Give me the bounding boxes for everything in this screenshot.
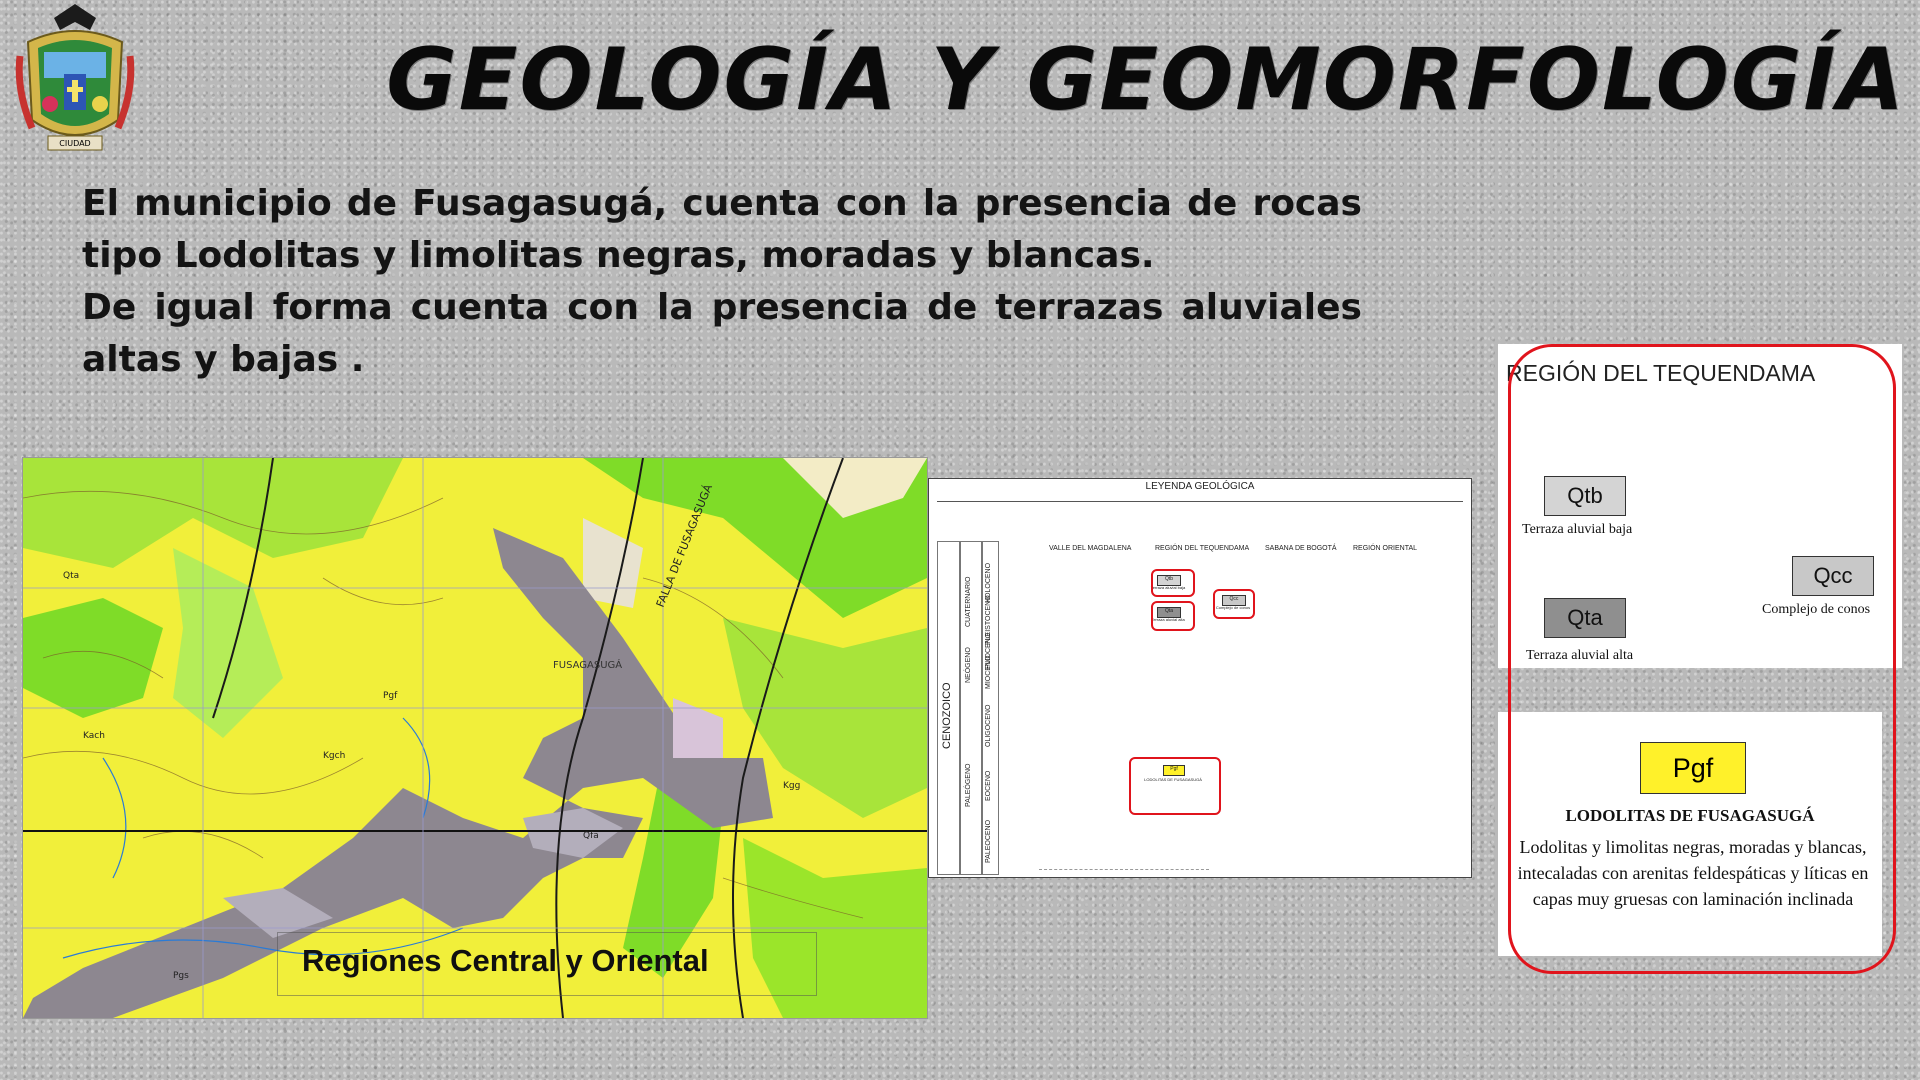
svg-text:Pgf: Pgf <box>383 691 398 701</box>
svg-text:Qfa: Qfa <box>583 831 599 841</box>
svg-text:Kach: Kach <box>83 731 105 741</box>
svg-text:CIUDAD: CIUDAD <box>59 139 90 148</box>
legend-col-tequendama: REGIÓN DEL TEQUENDAMA <box>1155 545 1250 552</box>
period-cuaternario: CUATERNARIO <box>965 576 972 627</box>
geologic-map: FALLA DE FUSAGASUGÁ FUSAGASUGÁ Qta Kgch … <box>22 457 928 1019</box>
legend-col-sabana: SABANA DE BOGOTÁ <box>1265 545 1337 552</box>
region-detail-panel: REGIÓN DEL TEQUENDAMA Qtb Terraza aluvia… <box>1498 344 1902 974</box>
intro-text: El municipio de Fusagasugá, cuenta con l… <box>82 178 1362 386</box>
paragraph-terraces: De igual forma cuenta con la presencia d… <box>82 287 1362 380</box>
epoch-paleoceno: PALEOCENO <box>985 819 992 863</box>
epoch-mioceno: MIOCENO <box>985 655 992 689</box>
highlight-qta <box>1151 601 1195 631</box>
svg-text:Kgg: Kgg <box>783 781 800 791</box>
highlight-qtb <box>1151 569 1195 597</box>
legend-divider <box>937 501 1463 502</box>
highlight-pgf <box>1129 757 1221 815</box>
svg-text:Pgs: Pgs <box>173 971 189 981</box>
period-neogeno: NEÓGENO <box>965 647 972 683</box>
period-paleogeno: PALEÓGENO <box>965 763 972 807</box>
region-highlight-ring <box>1508 344 1896 974</box>
legend-title: LEYENDA GEOLÓGICA <box>1145 481 1255 492</box>
legend-col-oriental: REGIÓN ORIENTAL <box>1353 545 1418 552</box>
legend-col-valle: VALLE DEL MAGDALENA <box>1049 545 1132 552</box>
legend-footer-dashes <box>1039 869 1209 870</box>
paragraph-rocks: El municipio de Fusagasugá, cuenta con l… <box>82 183 1362 276</box>
slide-title: GEOLOGÍA Y GEOMORFOLOGÍA <box>386 30 1906 130</box>
coat-of-arms-logo: CIUDAD <box>14 0 136 162</box>
map-caption: Regiones Central y Oriental <box>277 932 817 996</box>
epoch-oligoceno: OLIGOCENO <box>985 704 992 747</box>
highlight-qcc <box>1213 589 1255 619</box>
geologic-legend: LEYENDA GEOLÓGICA VALLE DEL MAGDALENA RE… <box>928 478 1472 878</box>
svg-text:FUSAGASUGÁ: FUSAGASUGÁ <box>553 658 622 671</box>
svg-text:Qta: Qta <box>63 571 79 581</box>
era-cenozoico: CENOZOICO <box>941 682 953 749</box>
epoch-eoceno: EOCENO <box>985 770 992 801</box>
svg-text:Kgch: Kgch <box>323 751 345 761</box>
